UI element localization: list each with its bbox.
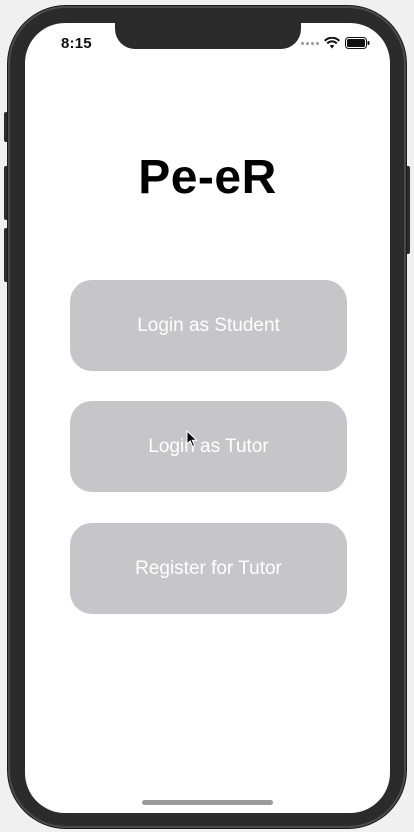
mouse-pointer-icon — [186, 430, 198, 448]
register-for-tutor-button[interactable]: Register for Tutor — [70, 523, 347, 614]
notch — [115, 23, 301, 49]
simulator-window: 8:15 Pe-eR Login as Student Login as Tut… — [0, 0, 414, 832]
status-time: 8:15 — [61, 35, 92, 52]
status-icons — [301, 37, 370, 49]
app-title: Pe-eR — [138, 151, 277, 204]
login-as-tutor-button[interactable]: Login as Tutor — [70, 401, 347, 492]
home-indicator[interactable] — [142, 800, 273, 805]
cellular-signal-icon — [301, 41, 319, 45]
wifi-icon — [324, 37, 340, 49]
login-as-student-button[interactable]: Login as Student — [70, 280, 347, 371]
phone-screen: 8:15 Pe-eR Login as Student Login as Tut… — [25, 23, 390, 813]
battery-icon — [345, 37, 370, 49]
